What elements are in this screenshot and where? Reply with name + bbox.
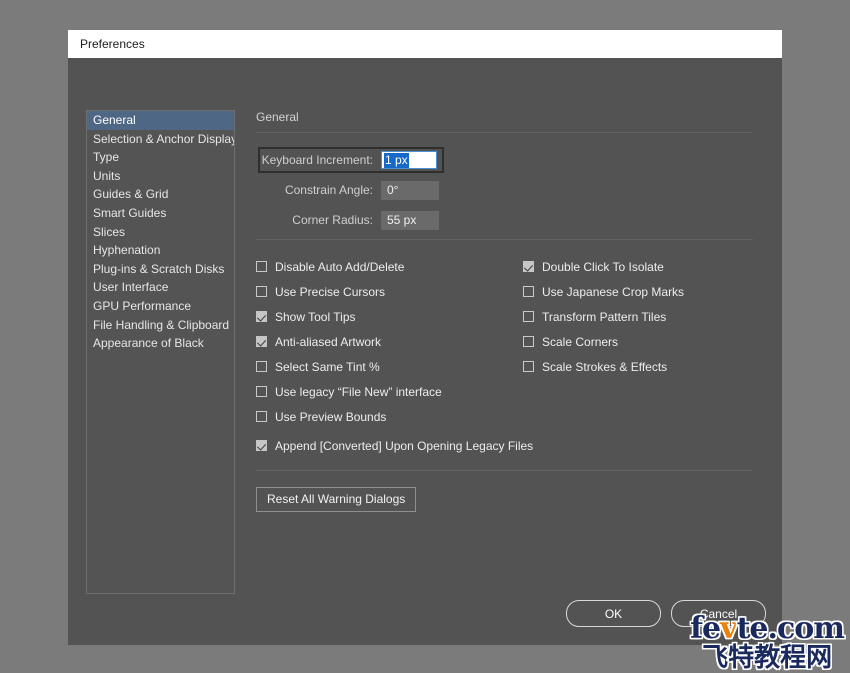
sidebar-item-type[interactable]: Type bbox=[87, 148, 234, 167]
reset-button-wrapper: Reset All Warning Dialogs bbox=[256, 487, 756, 512]
checkbox-icon-checked[interactable] bbox=[256, 440, 267, 451]
checkbox-label: Scale Strokes & Effects bbox=[542, 359, 668, 374]
keyboard-increment-selected-text: 1 px bbox=[384, 152, 409, 168]
sidebar-item-guides-grid[interactable]: Guides & Grid bbox=[87, 185, 234, 204]
dialog-title: Preferences bbox=[80, 37, 145, 51]
checkbox-use-precise-cursors[interactable]: Use Precise Cursors bbox=[256, 279, 523, 304]
checkbox-scale-corners[interactable]: Scale Corners bbox=[523, 329, 753, 354]
checkbox-icon[interactable] bbox=[523, 286, 534, 297]
sidebar-item-label: GPU Performance bbox=[93, 298, 192, 313]
checkbox-label: Append [Converted] Upon Opening Legacy F… bbox=[275, 438, 534, 453]
checkbox-label: Show Tool Tips bbox=[275, 309, 356, 324]
section-heading: General bbox=[256, 110, 753, 133]
checkbox-icon[interactable] bbox=[523, 361, 534, 372]
checkbox-grid: Disable Auto Add/Delete Use Precise Curs… bbox=[256, 254, 756, 429]
constrain-angle-label: Constrain Angle: bbox=[284, 183, 373, 197]
checkbox-icon[interactable] bbox=[523, 311, 534, 322]
checkbox-label: Double Click To Isolate bbox=[542, 259, 664, 274]
checkbox-column-right: Double Click To Isolate Use Japanese Cro… bbox=[523, 254, 753, 429]
checkbox-anti-aliased-artwork[interactable]: Anti-aliased Artwork bbox=[256, 329, 523, 354]
sidebar-item-general[interactable]: General bbox=[87, 111, 234, 130]
reset-all-warning-dialogs-button[interactable]: Reset All Warning Dialogs bbox=[256, 487, 417, 512]
checkbox-transform-pattern-tiles[interactable]: Transform Pattern Tiles bbox=[523, 304, 753, 329]
checkbox-label: Use Precise Cursors bbox=[275, 284, 386, 299]
ok-button[interactable]: OK bbox=[566, 600, 661, 627]
checkbox-scale-strokes-effects[interactable]: Scale Strokes & Effects bbox=[523, 354, 753, 379]
sidebar-item-plugins-scratch-disks[interactable]: Plug-ins & Scratch Disks bbox=[87, 260, 234, 279]
dialog-titlebar: Preferences bbox=[68, 30, 782, 58]
watermark: fevte.com 飞特教程网 bbox=[690, 611, 845, 673]
sidebar-item-label: General bbox=[93, 113, 136, 127]
corner-radius-label: Corner Radius: bbox=[292, 213, 373, 227]
checkbox-disable-auto-add-delete[interactable]: Disable Auto Add/Delete bbox=[256, 254, 523, 279]
checkbox-label: Use Japanese Crop Marks bbox=[542, 284, 685, 299]
checkbox-icon[interactable] bbox=[523, 336, 534, 347]
sidebar-item-label: User Interface bbox=[93, 280, 169, 295]
checkbox-icon[interactable] bbox=[256, 411, 267, 422]
checkbox-append-converted[interactable]: Append [Converted] Upon Opening Legacy F… bbox=[256, 433, 756, 458]
preferences-dialog: Preferences General Selection & Anchor D… bbox=[68, 30, 782, 645]
sidebar-item-label: Slices bbox=[93, 224, 126, 239]
corner-radius-input[interactable]: 55 px bbox=[381, 210, 439, 230]
watermark-chinese-text: 飞特教程网 bbox=[702, 643, 833, 673]
checkbox-label: Transform Pattern Tiles bbox=[542, 309, 667, 324]
sidebar-item-selection-anchor-display[interactable]: Selection & Anchor Display bbox=[87, 130, 234, 149]
checkbox-column-left: Disable Auto Add/Delete Use Precise Curs… bbox=[256, 254, 523, 429]
keyboard-increment-row[interactable]: Keyboard Increment: 1 px bbox=[258, 147, 444, 173]
checkbox-label: Scale Corners bbox=[542, 334, 619, 349]
sidebar-item-slices[interactable]: Slices bbox=[87, 223, 234, 242]
keyboard-increment-input[interactable]: 1 px bbox=[381, 151, 437, 169]
sidebar-item-label: Units bbox=[93, 168, 121, 183]
checkbox-label: Anti-aliased Artwork bbox=[275, 334, 382, 349]
checkbox-double-click-to-isolate[interactable]: Double Click To Isolate bbox=[523, 254, 753, 279]
checkbox-icon[interactable] bbox=[256, 261, 267, 272]
constrain-angle-row[interactable]: Constrain Angle: 0° bbox=[256, 179, 756, 201]
dialog-body: General Selection & Anchor Display Type … bbox=[68, 58, 782, 645]
checkbox-icon-checked[interactable] bbox=[256, 311, 267, 322]
sidebar-item-smart-guides[interactable]: Smart Guides bbox=[87, 204, 234, 223]
sidebar-item-label: Smart Guides bbox=[93, 205, 167, 220]
watermark-domain-part2: te.com bbox=[736, 611, 845, 646]
checkbox-icon-checked[interactable] bbox=[256, 336, 267, 347]
checkbox-label: Use legacy “File New” interface bbox=[275, 384, 442, 399]
checkbox-show-tool-tips[interactable]: Show Tool Tips bbox=[256, 304, 523, 329]
checkbox-use-legacy-file-new[interactable]: Use legacy “File New” interface bbox=[256, 379, 523, 404]
sidebar-item-label: File Handling & Clipboard bbox=[93, 317, 230, 332]
watermark-domain: fevte.com bbox=[690, 611, 845, 646]
checkbox-select-same-tint[interactable]: Select Same Tint % bbox=[256, 354, 523, 379]
sidebar-item-gpu-performance[interactable]: GPU Performance bbox=[87, 297, 234, 316]
watermark-domain-part1: fe bbox=[690, 611, 721, 646]
watermark-domain-accent: v bbox=[720, 611, 737, 646]
constrain-angle-input[interactable]: 0° bbox=[381, 180, 439, 200]
checkbox-use-japanese-crop-marks[interactable]: Use Japanese Crop Marks bbox=[523, 279, 753, 304]
checkbox-label: Select Same Tint % bbox=[275, 359, 380, 374]
divider-above-checkboxes bbox=[256, 239, 753, 240]
divider-above-reset bbox=[256, 470, 753, 471]
sidebar-item-hyphenation[interactable]: Hyphenation bbox=[87, 241, 234, 260]
checkbox-icon[interactable] bbox=[256, 361, 267, 372]
keyboard-increment-label: Keyboard Increment: bbox=[261, 153, 373, 167]
preferences-content-panel: General Keyboard Increment: 1 px Constra… bbox=[256, 110, 756, 512]
sidebar-item-label: Plug-ins & Scratch Disks bbox=[93, 261, 225, 276]
checkbox-icon-checked[interactable] bbox=[523, 261, 534, 272]
checkbox-use-preview-bounds[interactable]: Use Preview Bounds bbox=[256, 404, 523, 429]
checkbox-label: Use Preview Bounds bbox=[275, 409, 387, 424]
checkbox-icon[interactable] bbox=[256, 386, 267, 397]
sidebar-item-user-interface[interactable]: User Interface bbox=[87, 278, 234, 297]
sidebar-item-file-handling-clipboard[interactable]: File Handling & Clipboard bbox=[87, 316, 234, 335]
sidebar-item-label: Type bbox=[93, 150, 120, 165]
sidebar-item-label: Selection & Anchor Display bbox=[93, 131, 235, 146]
corner-radius-row[interactable]: Corner Radius: 55 px bbox=[256, 209, 756, 231]
sidebar-item-appearance-of-black[interactable]: Appearance of Black bbox=[87, 334, 234, 353]
numeric-fields-group: Keyboard Increment: 1 px Constrain Angle… bbox=[256, 147, 756, 231]
sidebar-item-label: Appearance of Black bbox=[93, 336, 204, 351]
sidebar-item-label: Hyphenation bbox=[93, 243, 161, 258]
checkbox-label: Disable Auto Add/Delete bbox=[275, 259, 405, 274]
preferences-category-list[interactable]: General Selection & Anchor Display Type … bbox=[86, 110, 235, 594]
sidebar-item-label: Guides & Grid bbox=[93, 187, 169, 202]
checkbox-icon[interactable] bbox=[256, 286, 267, 297]
sidebar-item-units[interactable]: Units bbox=[87, 167, 234, 186]
